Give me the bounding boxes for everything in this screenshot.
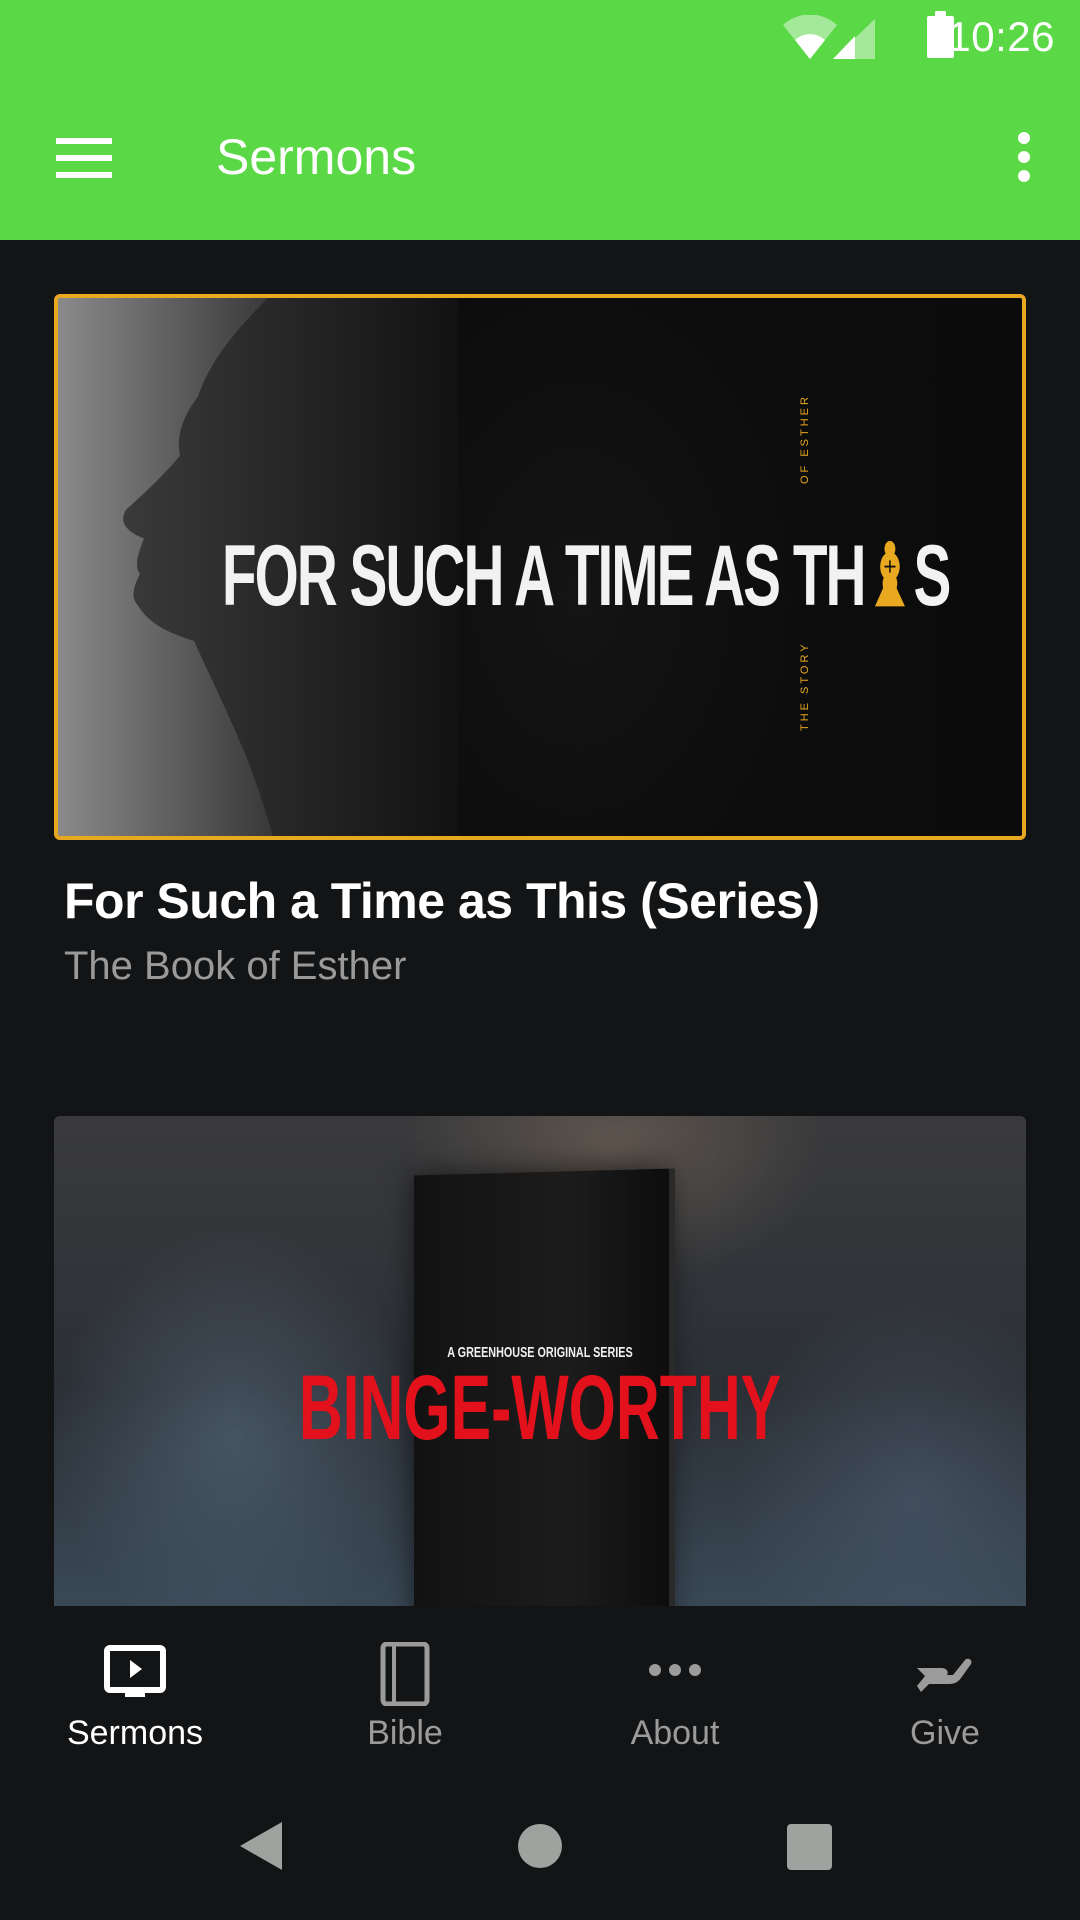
app-bar: 10:26 Sermons: [0, 0, 1080, 240]
artwork-side-text-top: OF ESTHER: [799, 394, 811, 484]
toolbar: Sermons: [0, 78, 1080, 240]
dot: [1018, 170, 1030, 182]
status-time: 10:26: [947, 13, 1055, 60]
more-vert-icon[interactable]: [1004, 128, 1044, 188]
sermon-subtitle: The Book of Esther: [64, 944, 407, 988]
nav-item-about[interactable]: About: [540, 1606, 810, 1766]
artwork-headline-text: FOR SUCH A TIME AS TH: [221, 528, 867, 624]
recents-icon[interactable]: [787, 1824, 832, 1870]
book-icon: [380, 1642, 430, 1706]
back-icon[interactable]: [240, 1822, 282, 1870]
artwork-headline-end: S: [913, 528, 951, 624]
nav-item-sermons[interactable]: Sermons: [0, 1606, 270, 1766]
cell-signal-level: [833, 36, 855, 59]
more-horiz-icon: [649, 1664, 701, 1676]
artwork-side-text-bottom: THE STORY: [799, 641, 811, 731]
sermon-artwork[interactable]: A GREENHOUSE ORIGINAL SERIES BINGE-WORTH…: [54, 1116, 1026, 1606]
sermon-list[interactable]: FOR SUCH A TIME AS TH♝S OF ESTHER THE ST…: [0, 240, 1080, 1606]
sermon-card[interactable]: FOR SUCH A TIME AS TH♝S OF ESTHER THE ST…: [54, 294, 1026, 989]
sermon-artwork[interactable]: FOR SUCH A TIME AS TH♝S OF ESTHER THE ST…: [54, 294, 1026, 840]
nav-item-bible[interactable]: Bible: [270, 1606, 540, 1766]
status-bar: 10:26: [0, 0, 1080, 78]
sermon-card[interactable]: A GREENHOUSE ORIGINAL SERIES BINGE-WORTH…: [54, 1116, 1026, 1606]
home-icon[interactable]: [518, 1824, 562, 1868]
dot: [1018, 151, 1030, 163]
menu-bar: [56, 138, 112, 144]
sermon-title: For Such a Time as This (Series): [64, 873, 820, 929]
nav-label: Bible: [367, 1714, 443, 1752]
system-navigation-bar: [0, 1766, 1080, 1920]
menu-bar: [56, 155, 112, 161]
nav-label: Sermons: [66, 1714, 204, 1752]
chess-queen-icon: ♝: [864, 528, 916, 624]
nav-label: About: [630, 1714, 720, 1752]
bottom-navigation: Sermons Bible About Give: [0, 1606, 1080, 1766]
hamburger-menu-icon[interactable]: [44, 130, 124, 186]
artwork-headline: BINGE-WORTHY: [298, 1357, 782, 1459]
wifi-icon: [783, 15, 837, 59]
app-root: 10:26 Sermons FOR SUCH A TIME AS TH♝S OF…: [0, 0, 1080, 1920]
giving-hand-icon: [917, 1658, 972, 1692]
page-title: Sermons: [216, 129, 417, 185]
tv-play-icon: [104, 1645, 166, 1697]
nav-label: Give: [910, 1714, 980, 1752]
nav-item-give[interactable]: Give: [810, 1606, 1080, 1766]
dot: [1018, 132, 1030, 144]
artwork-headline: FOR SUCH A TIME AS TH♝S: [222, 526, 951, 626]
menu-bar: [56, 172, 112, 178]
